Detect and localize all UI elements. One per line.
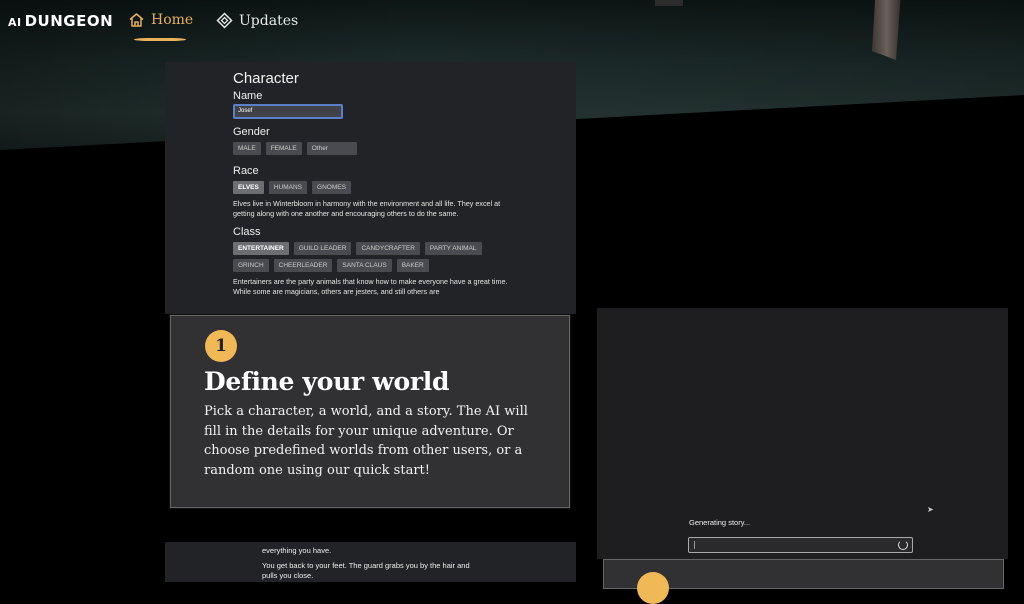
- class-option-baker[interactable]: BAKER: [396, 259, 429, 272]
- home-icon: [129, 13, 144, 27]
- class-label: Class: [233, 226, 261, 238]
- race-options: ELVES HUMANS GNOMES: [233, 181, 513, 194]
- step-card-next: [603, 559, 1004, 604]
- nav-active-indicator: [134, 38, 186, 41]
- class-option-cheerleader[interactable]: CHEERLEADER: [273, 259, 333, 272]
- class-options-row-1: ENTERTAINER GUILD LEADER CANDYCRAFTER PA…: [233, 242, 513, 255]
- name-input[interactable]: Josef: [233, 104, 343, 119]
- class-option-party-animal[interactable]: PARTY ANIMAL: [424, 242, 482, 255]
- mouse-cursor-icon: ➤: [927, 505, 934, 514]
- logo-ai: AI: [8, 16, 22, 29]
- top-nav: AI DUNGEON Home Updates: [0, 0, 1024, 46]
- race-label: Race: [233, 165, 259, 177]
- race-option-elves[interactable]: ELVES: [233, 181, 264, 194]
- logo[interactable]: AI DUNGEON: [8, 12, 113, 30]
- generating-label: Generating story...: [689, 518, 751, 527]
- text-caret: [694, 541, 695, 549]
- logo-name: DUNGEON: [24, 12, 114, 30]
- loading-spinner-icon: [898, 540, 908, 550]
- step-title: Define your world: [204, 367, 450, 396]
- gender-option-female[interactable]: FEMALE: [265, 142, 302, 155]
- story-line-2: You get back to your feet. The guard gra…: [262, 561, 470, 580]
- gender-option-other[interactable]: Other: [306, 142, 357, 155]
- updates-icon: [216, 12, 233, 29]
- race-option-humans[interactable]: HUMANS: [268, 181, 308, 194]
- gender-option-male[interactable]: MALE: [233, 142, 261, 155]
- nav-updates[interactable]: Updates: [216, 12, 298, 29]
- step-card-define-world: 1 Define your world Pick a character, a …: [170, 315, 570, 508]
- story-line-1: everything you have.: [262, 546, 332, 555]
- class-description: Entertainers are the party animals that …: [233, 277, 508, 296]
- story-preview-panel: everything you have. You get back to you…: [165, 542, 576, 582]
- character-preview-panel: Character Name Josef Gender MALE FEMALE …: [165, 62, 576, 314]
- class-option-candycrafter[interactable]: CANDYCRAFTER: [356, 242, 420, 255]
- story-input[interactable]: [688, 537, 913, 553]
- step-number-badge-next: [637, 572, 669, 604]
- generating-preview-panel: ➤ Generating story...: [597, 308, 1008, 559]
- class-option-entertainer[interactable]: ENTERTAINER: [233, 242, 289, 255]
- class-options-row-2: GRINCH CHEERLEADER SANTA CLAUS BAKER: [233, 259, 513, 272]
- step-number-badge: 1: [205, 330, 237, 362]
- gender-options: MALE FEMALE Other: [233, 142, 513, 155]
- race-description: Elves live in Winterbloom in harmony wit…: [233, 199, 501, 218]
- character-title: Character: [233, 70, 299, 87]
- race-option-gnomes[interactable]: GNOMES: [312, 181, 351, 194]
- nav-updates-label: Updates: [239, 12, 299, 29]
- gender-label: Gender: [233, 126, 270, 138]
- class-option-santa-claus[interactable]: SANTA CLAUS: [337, 259, 392, 272]
- class-option-grinch[interactable]: GRINCH: [233, 259, 269, 272]
- nav-home-label: Home: [151, 12, 194, 28]
- step-description: Pick a character, a world, and a story. …: [204, 404, 528, 478]
- nav-home[interactable]: Home: [128, 12, 193, 28]
- class-option-guild-leader[interactable]: GUILD LEADER: [293, 242, 352, 255]
- name-label: Name: [233, 90, 263, 102]
